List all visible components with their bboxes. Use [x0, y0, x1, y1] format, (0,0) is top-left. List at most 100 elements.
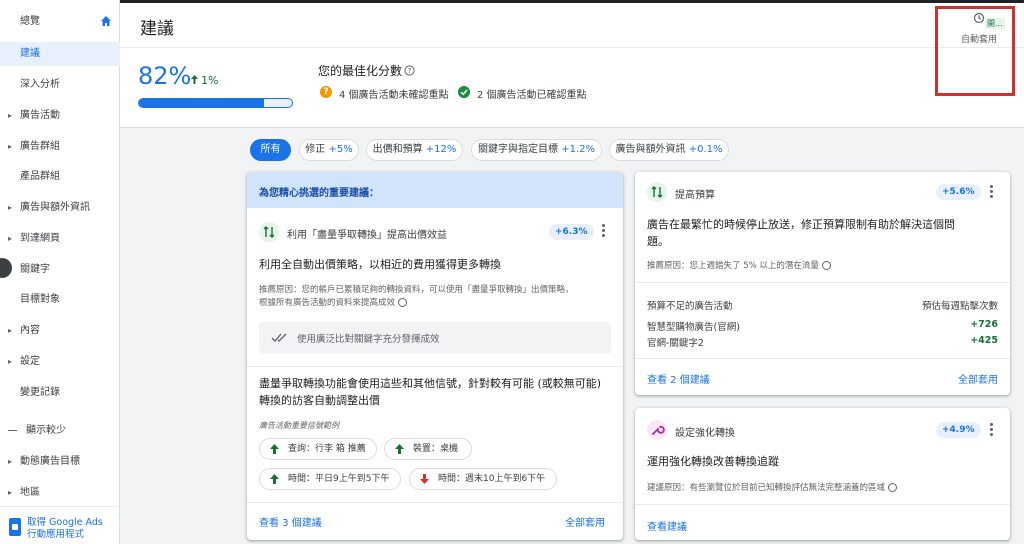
sidebar-item-content[interactable]: 內容 — [0, 319, 120, 343]
home-icon[interactable] — [100, 15, 112, 27]
view-recommendations-link[interactable]: 查看 3 個建議 — [259, 514, 322, 529]
help-icon[interactable] — [397, 298, 407, 307]
help-icon[interactable]: ? — [404, 65, 415, 76]
rec-title-max-conversions: 利用「盡量爭取轉換」提高出價效益 — [287, 230, 447, 241]
sidebar-item-keywords[interactable]: 關鍵字 — [0, 258, 120, 282]
rec-headline-line2: 題。 — [647, 235, 669, 248]
signal-label: 查詢：行李 箱 推薦 — [288, 444, 366, 454]
signal-chip: 時間：週末10上午到6下午 — [409, 468, 557, 490]
swap-vert-icon — [259, 222, 279, 242]
sidebar-item-ad-groups[interactable]: 廣告群組 — [0, 135, 120, 159]
rec-headline: 運用強化轉換改善轉換追蹤 — [647, 455, 779, 468]
auto-apply-button[interactable]: 開... 自動套用 — [955, 8, 1005, 48]
sidebar-item-label: 產品群組 — [20, 171, 60, 182]
chip-label: 關鍵字與指定目標 — [478, 144, 558, 155]
apply-all-button[interactable]: 全部套用 — [958, 371, 998, 386]
sidebar-show-less[interactable]: 顯示較少 — [0, 419, 120, 443]
svg-text:?: ? — [408, 67, 412, 75]
arrow-up-icon — [270, 444, 279, 454]
table-row-campaign[interactable]: 官網-關鍵字2 — [647, 335, 704, 349]
signal-chip: 時間：平日9上午到5下午 — [259, 468, 401, 490]
signals-label: 廣告活動重要信號範例 — [259, 421, 339, 430]
sidebar-item-recommendations[interactable]: 建議 — [0, 42, 120, 66]
table-row-campaign[interactable]: 智慧型購物廣告(官網) — [647, 319, 740, 333]
confirmed-campaigns-status[interactable]: 2 個廣告活動已確認重點 — [477, 86, 587, 101]
view-recommendations-link[interactable]: 查看 2 個建議 — [647, 371, 710, 386]
chip-label: 修正 — [305, 144, 326, 155]
uplift-badge: +6.3% — [549, 224, 594, 240]
sidebar-item-label: 廣告群組 — [20, 141, 60, 152]
auto-apply-status-badge: 開... — [985, 18, 1005, 29]
rec-reason-line2-text: 根據所有廣告活動的資料來提高成效 — [259, 298, 396, 308]
wrench-icon — [647, 420, 667, 440]
filter-chip-ads-extensions[interactable]: 廣告與額外資訊 +0.1% — [609, 139, 729, 161]
rec-reason-line1: 推薦原因：您的帳戶已累積足夠的轉換資料，可以使用「盡量爭取轉換」出價策略， — [259, 285, 574, 295]
page-title: 建議 — [140, 19, 174, 39]
signal-label: 裝置：桌機 — [413, 444, 459, 454]
featured-banner: 為您精心挑選的重要建議： — [247, 172, 623, 208]
sidebar-item-ads-extensions[interactable]: 廣告與額外資訊 — [0, 196, 120, 220]
signal-chip: 裝置：桌機 — [384, 438, 472, 460]
rec-reason: 推薦原因：您的帳戶已累積足夠的轉換資料，可以使用「盡量爭取轉換」出價策略， 根據… — [259, 284, 615, 310]
more-vert-icon[interactable] — [990, 423, 994, 437]
table-row-clicks: +726 — [970, 319, 998, 330]
sidebar-item-product-groups[interactable]: 產品群組 — [0, 165, 120, 189]
arrow-down-icon — [420, 474, 429, 484]
apply-all-button[interactable]: 全部套用 — [565, 514, 605, 529]
chip-label: 廣告與額外資訊 — [615, 144, 686, 155]
sidebar-item-label: 地區 — [20, 487, 40, 498]
sidebar-item-label: 內容 — [20, 325, 40, 336]
score-progress-bar — [138, 98, 293, 108]
sidebar-item-locations[interactable]: 地區 — [0, 481, 120, 505]
arrow-up-icon — [395, 444, 404, 454]
filter-chip-fixes[interactable]: 修正 +5% — [299, 139, 359, 161]
app-promo-line2: 行動應用程式 — [27, 529, 85, 540]
chip-label: 所有 — [260, 144, 281, 155]
chip-delta: +1.2% — [561, 144, 595, 155]
more-vert-icon[interactable] — [602, 224, 606, 238]
help-icon[interactable] — [821, 261, 831, 270]
unconfirmed-campaigns-status[interactable]: 4 個廣告活動未確認重點 — [339, 86, 449, 101]
filter-chip-bids-budgets[interactable]: 出價和預算 +12% — [366, 139, 463, 161]
rec-headline: 利用全自動出價策略，以相近的費用獲得更多轉換 — [259, 258, 501, 271]
double-check-icon — [271, 333, 287, 342]
signals-headline-line2: 轉換的訪客自動調整出價 — [259, 394, 380, 407]
uplift-badge: +4.9% — [936, 422, 981, 438]
sidebar-item-label: 關鍵字 — [20, 264, 50, 275]
optimization-score: 82% — [138, 62, 192, 90]
app-promo-link[interactable]: 取得 Google Ads 行動應用程式 — [27, 517, 103, 541]
sidebar-item-dynamic-ad-targets[interactable]: 動態廣告目標 — [0, 450, 120, 474]
table-header-campaign: 預算不足的廣告活動 — [647, 301, 733, 312]
sidebar-item-audiences[interactable]: 目標對象 — [0, 288, 120, 312]
sidebar-item-label: 變更記錄 — [20, 387, 60, 398]
enhanced-conversions-card: 設定強化轉換 +4.9% 運用強化轉換改善轉換追蹤 建議原因：有些瀏覽位於目前已… — [635, 408, 1010, 540]
broad-match-tip[interactable]: 使用廣泛比對關鍵字充分發揮成效 — [259, 322, 611, 354]
sidebar-item-campaigns[interactable]: 廣告活動 — [0, 104, 120, 128]
header-divider — [120, 47, 1024, 48]
signals-headline: 盡量爭取轉換功能會使用這些和其他信號，針對較有可能 (或較無可能) 轉換的訪客自… — [259, 375, 615, 409]
sidebar-item-insights[interactable]: 深入分析 — [0, 73, 120, 97]
rec-reason: 建議原因：有些瀏覽位於目前已知轉換評估無法完整涵蓋的區域 — [647, 482, 897, 495]
card-divider — [635, 504, 1010, 505]
rec-headline-line1: 廣告在最繁忙的時候停止放送，修正預算限制有助於解決這個問 — [647, 218, 955, 231]
view-recommendations-link[interactable]: 查看建議 — [647, 518, 687, 533]
rec-reason: 推薦原因：您上週錯失了 5% 以上的潛在流量 — [647, 260, 831, 273]
swap-vert-icon — [647, 182, 667, 202]
more-vert-icon[interactable] — [990, 185, 994, 199]
signal-label: 時間：週末10上午到6下午 — [438, 474, 546, 484]
sidebar-item-label: 到達網頁 — [20, 233, 60, 244]
sidebar-item-label: 總覽 — [20, 16, 40, 27]
rec-reason-line2: 根據所有廣告活動的資料來提高成效 — [259, 297, 615, 310]
sidebar-item-landing-pages[interactable]: 到達網頁 — [0, 227, 120, 251]
filter-chip-all[interactable]: 所有 — [250, 139, 291, 161]
arrow-up-icon — [191, 75, 198, 84]
score-progress-fill — [139, 99, 265, 107]
rec-title-enhanced-conversions: 設定強化轉換 — [675, 428, 735, 439]
sidebar-item-settings[interactable]: 設定 — [0, 350, 120, 374]
sidebar-item-label: 深入分析 — [20, 79, 60, 90]
check-circle-icon — [458, 86, 470, 98]
chip-delta: +12% — [425, 144, 457, 155]
filter-chip-keywords-targeting[interactable]: 關鍵字與指定目標 +1.2% — [471, 139, 602, 161]
sidebar-item-change-history[interactable]: 變更記錄 — [0, 381, 120, 405]
help-icon[interactable] — [887, 483, 897, 492]
